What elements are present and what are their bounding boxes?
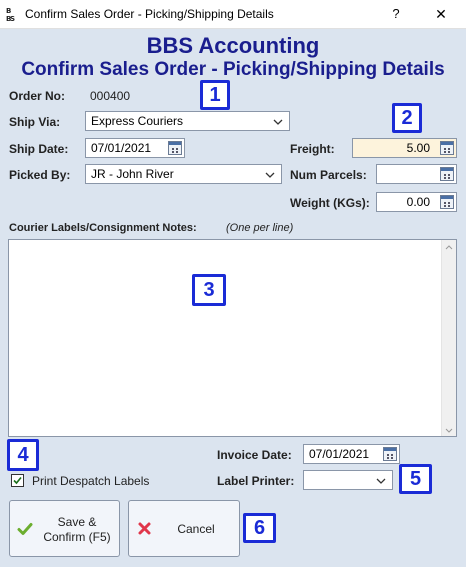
cancel-label: Cancel — [177, 522, 215, 536]
callout-4: 4 — [7, 439, 39, 471]
picked-by-select[interactable]: JR - John River — [85, 164, 282, 184]
close-button[interactable]: ✕ — [426, 3, 456, 25]
svg-text:B: B — [6, 7, 11, 15]
help-button[interactable]: ? — [381, 3, 411, 25]
notes-textarea[interactable] — [8, 239, 457, 437]
chevron-down-icon — [273, 115, 283, 133]
calculator-icon[interactable] — [440, 141, 454, 155]
check-icon — [17, 521, 33, 540]
print-labels-checkbox[interactable] — [11, 474, 24, 487]
svg-text:B: B — [6, 15, 11, 22]
callout-3: 3 — [192, 274, 226, 306]
title-bar: BSB Confirm Sales Order - Picking/Shippi… — [0, 0, 466, 29]
invoice-date-label: Invoice Date: — [217, 448, 292, 462]
num-parcels-label: Num Parcels: — [290, 168, 367, 182]
calculator-icon[interactable] — [440, 167, 454, 181]
app-logo-icon: BSB — [5, 6, 19, 23]
app-name-heading: BBS Accounting — [146, 33, 320, 58]
cancel-button[interactable]: Cancel — [128, 500, 240, 557]
form-title-heading: Confirm Sales Order - Picking/Shipping D… — [21, 59, 445, 80]
calendar-icon[interactable] — [168, 141, 182, 155]
window-title: Confirm Sales Order - Picking/Shipping D… — [25, 7, 274, 21]
ship-date-label: Ship Date: — [9, 142, 69, 156]
ship-via-value: Express Couriers — [91, 114, 184, 128]
calendar-icon[interactable] — [383, 447, 397, 461]
save-label-line1: Save & — [57, 515, 97, 529]
callout-2: 2 — [392, 103, 422, 133]
weight-input[interactable]: 0.00 — [376, 192, 457, 212]
notes-label: Courier Labels/Consignment Notes: — [9, 222, 197, 234]
weight-value: 0.00 — [406, 195, 430, 209]
save-confirm-button[interactable]: Save & Confirm (F5) — [9, 500, 120, 557]
chevron-down-icon — [265, 168, 275, 186]
weight-label: Weight (KGs): — [290, 196, 370, 210]
ship-date-input[interactable]: 07/01/2021 — [85, 138, 185, 158]
freight-input[interactable]: 5.00 — [352, 138, 457, 158]
ship-via-select[interactable]: Express Couriers — [85, 111, 290, 131]
callout-1: 1 — [200, 80, 230, 110]
order-no-label: Order No: — [9, 89, 66, 103]
freight-value: 5.00 — [406, 141, 430, 155]
notes-scrollbar[interactable] — [441, 240, 456, 436]
check-icon — [13, 476, 22, 485]
label-printer-label: Label Printer: — [217, 474, 295, 488]
invoice-date-input[interactable]: 07/01/2021 — [303, 444, 400, 464]
label-printer-select[interactable] — [303, 470, 393, 490]
save-label-line2: Confirm (F5) — [43, 530, 111, 544]
invoice-date-value: 07/01/2021 — [309, 447, 370, 461]
picked-by-label: Picked By: — [9, 168, 71, 182]
callout-5: 5 — [399, 464, 432, 494]
chevron-down-icon — [376, 474, 386, 492]
ship-via-label: Ship Via: — [9, 115, 61, 129]
calculator-icon[interactable] — [440, 195, 454, 209]
x-icon — [137, 521, 152, 539]
freight-label: Freight: — [290, 142, 335, 156]
notes-hint: (One per line) — [226, 222, 294, 234]
order-no-value: 000400 — [90, 89, 131, 103]
num-parcels-input[interactable] — [376, 164, 457, 184]
callout-6: 6 — [243, 513, 276, 543]
ship-date-value: 07/01/2021 — [91, 141, 152, 155]
print-labels-label: Print Despatch Labels — [32, 474, 150, 488]
picked-by-value: JR - John River — [91, 167, 174, 181]
